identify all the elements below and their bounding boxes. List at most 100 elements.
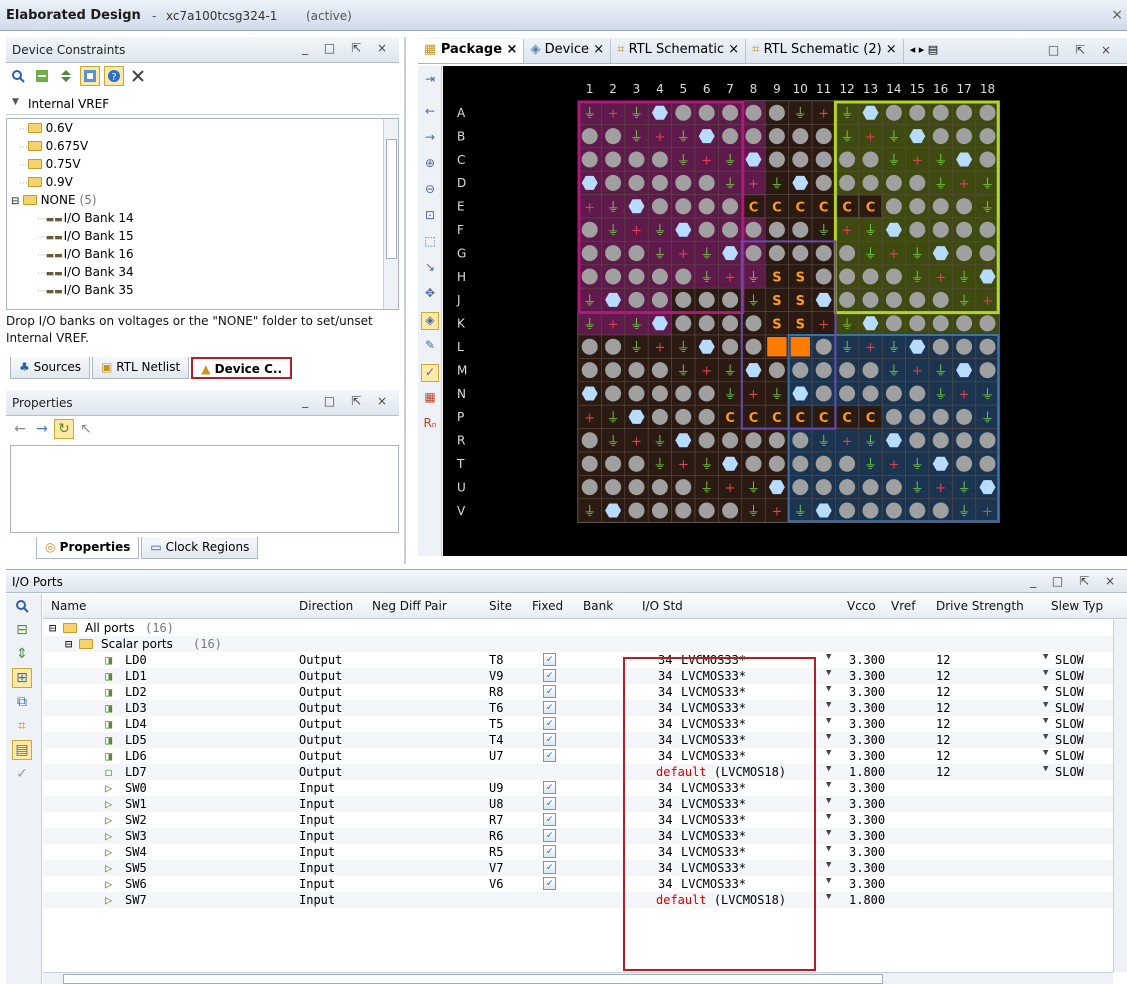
- dropdown-arrow-icon[interactable]: ▼: [826, 716, 831, 726]
- delete-icon[interactable]: [128, 66, 148, 86]
- col-drive-strength[interactable]: Drive Strength: [936, 599, 1024, 613]
- window-controls[interactable]: _ □ ⇱ ×: [1030, 574, 1121, 588]
- horizontal-scrollbar[interactable]: [43, 972, 1113, 984]
- table-row[interactable]: ▷ SW3 Input R6 34 3.300 ✓ LVCMOS33* ▼: [43, 828, 1113, 844]
- package-view[interactable]: 1 2 3 4 5 6 7 8 9 10 11 12 13 14 15 16 17 18 A B C D E F G H J K L M N…: [443, 66, 1127, 556]
- dropdown-arrow-icon[interactable]: ▼: [826, 732, 831, 742]
- dropdown-arrow-icon[interactable]: ▼: [826, 812, 831, 822]
- tree-item[interactable]: ··· 0.9V: [11, 173, 398, 191]
- col-io-std[interactable]: I/O Std: [642, 599, 683, 613]
- pointer-icon[interactable]: ↖: [76, 419, 96, 439]
- tree-item[interactable]: ···▬▬I/O Bank 14: [11, 209, 398, 227]
- dropdown-arrow-icon[interactable]: ▼: [826, 828, 831, 838]
- fixed-checkbox[interactable]: ✓: [543, 701, 556, 714]
- tab-rtl-schematic-2[interactable]: ⌗ RTL Schematic (2) ×: [746, 38, 904, 63]
- group-icon[interactable]: [80, 66, 100, 86]
- dropdown-arrow-icon[interactable]: ▼: [1043, 700, 1048, 710]
- dropdown-arrow-icon[interactable]: ▼: [826, 796, 831, 806]
- dropdown-arrow-icon[interactable]: ▼: [826, 780, 831, 790]
- col-fixed[interactable]: Fixed: [532, 599, 563, 613]
- tab-clock-regions[interactable]: ▭ Clock Regions: [141, 537, 259, 559]
- table-row[interactable]: ◨ LD1 Output V9 34 3.300 12 SLOW ✓ LVCMOS33* ▼ ▼: [43, 668, 1113, 684]
- dropdown-arrow-icon[interactable]: ▼: [826, 844, 831, 854]
- close-window-icon[interactable]: ×: [1111, 7, 1123, 23]
- fixed-checkbox[interactable]: ✓: [543, 845, 556, 858]
- table-row[interactable]: ◨ LD0 Output T8 34 3.300 12 SLOW ✓ LVCMOS33* ▼ ▼: [43, 652, 1113, 668]
- dropdown-arrow-icon[interactable]: ▼: [1043, 732, 1048, 742]
- dropdown-arrow-icon[interactable]: ▼: [1043, 652, 1048, 662]
- table-row[interactable]: ▷ SW1 Input U8 34 3.300 ✓ LVCMOS33* ▼: [43, 796, 1113, 812]
- forward-arrow-icon[interactable]: →: [32, 419, 52, 439]
- fixed-checkbox[interactable]: ✓: [543, 749, 556, 762]
- tab-device[interactable]: ◈ Device ×: [524, 38, 612, 63]
- group-row[interactable]: ⊟ Scalar ports (16): [43, 636, 1113, 652]
- tree-item[interactable]: ··· 0.75V: [11, 155, 398, 173]
- dropdown-arrow-icon[interactable]: ▼: [826, 892, 831, 902]
- table-row[interactable]: ▷ SW4 Input R5 34 3.300 ✓ LVCMOS33* ▼: [43, 844, 1113, 860]
- forward-arrow-icon[interactable]: →: [421, 130, 439, 148]
- tree-item[interactable]: ···▬▬I/O Bank 34: [11, 263, 398, 281]
- col-vref[interactable]: Vref: [891, 599, 916, 613]
- window-controls[interactable]: _ □ ⇱ ×: [302, 394, 393, 408]
- table-row[interactable]: ◨ LD4 Output T5 34 3.300 12 SLOW ✓ LVCMOS33* ▼ ▼: [43, 716, 1113, 732]
- dropdown-arrow-icon[interactable]: ▼: [1043, 684, 1048, 694]
- tab-sources[interactable]: ♣ Sources: [10, 357, 91, 379]
- table-row[interactable]: ▷ SW7 Input 1.800 default (LVCMOS18) ▼: [43, 892, 1113, 908]
- tree-scrollbar[interactable]: [383, 119, 398, 309]
- rename-icon[interactable]: Rₙ: [421, 416, 439, 434]
- package-pin-grid[interactable]: 1 2 3 4 5 6 7 8 9 10 11 12 13 14 15 16 17 18ABCDEFGHJKLMN…: [443, 66, 1127, 556]
- zoom-in-icon[interactable]: ⊕: [421, 156, 439, 174]
- fixed-checkbox[interactable]: ✓: [543, 685, 556, 698]
- scroll-thumb[interactable]: [63, 974, 883, 984]
- schematic-icon[interactable]: ⌗: [12, 716, 32, 736]
- tab-package[interactable]: ▦ Package ×: [418, 38, 525, 63]
- autofit-icon[interactable]: ◈: [421, 312, 439, 330]
- expand-all-icon[interactable]: ⇕: [12, 644, 32, 664]
- fixed-checkbox[interactable]: ✓: [543, 877, 556, 890]
- fixed-checkbox[interactable]: ✓: [543, 669, 556, 682]
- dropdown-arrow-icon[interactable]: ▼: [826, 668, 831, 678]
- dropdown-arrow-icon[interactable]: ▼: [826, 876, 831, 886]
- dropdown-arrow-icon[interactable]: ▼: [826, 748, 831, 758]
- tree-item[interactable]: ···▬▬I/O Bank 16: [11, 245, 398, 263]
- tree-item[interactable]: ··· 0.675V: [11, 137, 398, 155]
- tree-item[interactable]: ⊟ NONE (5): [11, 191, 398, 209]
- search-icon[interactable]: [12, 596, 32, 616]
- move-icon[interactable]: ✥: [421, 286, 439, 304]
- tree-item[interactable]: ···▬▬I/O Bank 15: [11, 227, 398, 245]
- grid-icon[interactable]: ▦: [421, 390, 439, 408]
- table-row[interactable]: ◨ LD5 Output T4 34 3.300 12 SLOW ✓ LVCMOS33* ▼ ▼: [43, 732, 1113, 748]
- fixed-checkbox[interactable]: ✓: [543, 829, 556, 842]
- zoom-area-icon[interactable]: ⬚: [421, 234, 439, 252]
- tab-device-constraints[interactable]: ▲ Device C..: [191, 357, 293, 379]
- tree-item[interactable]: ··· 0.6V: [11, 119, 398, 137]
- table-row[interactable]: ▷ SW0 Input U9 34 3.300 ✓ LVCMOS33* ▼: [43, 780, 1113, 796]
- tab-properties[interactable]: ◎ Properties: [36, 537, 140, 559]
- col-neg-diff-pair[interactable]: Neg Diff Pair: [372, 599, 447, 613]
- dropdown-arrow-icon[interactable]: ▼: [826, 860, 831, 870]
- splitter[interactable]: [404, 37, 406, 564]
- vertical-scrollbar[interactable]: [1113, 620, 1127, 972]
- col-direction[interactable]: Direction: [299, 599, 353, 613]
- tab-rtl-netlist[interactable]: ▣ RTL Netlist: [92, 357, 190, 379]
- collapse-arrow-icon[interactable]: ▼: [12, 97, 19, 107]
- dropdown-arrow-icon[interactable]: ▼: [1043, 716, 1048, 726]
- back-arrow-icon[interactable]: ←: [10, 419, 30, 439]
- checkmark-icon[interactable]: ✓: [12, 764, 32, 784]
- group-row[interactable]: ⊟ All ports (16): [43, 620, 1113, 636]
- fixed-checkbox[interactable]: ✓: [543, 861, 556, 874]
- collapse-all-icon[interactable]: [32, 66, 52, 86]
- table-row[interactable]: ◨ LD2 Output R8 34 3.300 12 SLOW ✓ LVCMOS33* ▼ ▼: [43, 684, 1113, 700]
- tab-rtl-schematic[interactable]: ⌗ RTL Schematic ×: [611, 38, 747, 63]
- dropdown-arrow-icon[interactable]: ▼: [826, 652, 831, 662]
- col-site[interactable]: Site: [489, 599, 512, 613]
- search-icon[interactable]: [8, 66, 28, 86]
- internal-vref-section[interactable]: ▼ Internal VREF: [6, 93, 399, 115]
- group-by-icon[interactable]: ⊞: [12, 668, 32, 688]
- window-controls[interactable]: _ □ ⇱ ×: [302, 41, 393, 55]
- back-arrow-icon[interactable]: ←: [421, 104, 439, 122]
- dropdown-arrow-icon[interactable]: ▼: [1043, 764, 1048, 774]
- table-row[interactable]: ▷ SW2 Input R7 34 3.300 ✓ LVCMOS33* ▼: [43, 812, 1113, 828]
- dropdown-arrow-icon[interactable]: ▼: [826, 700, 831, 710]
- refresh-icon[interactable]: ↻: [54, 419, 74, 439]
